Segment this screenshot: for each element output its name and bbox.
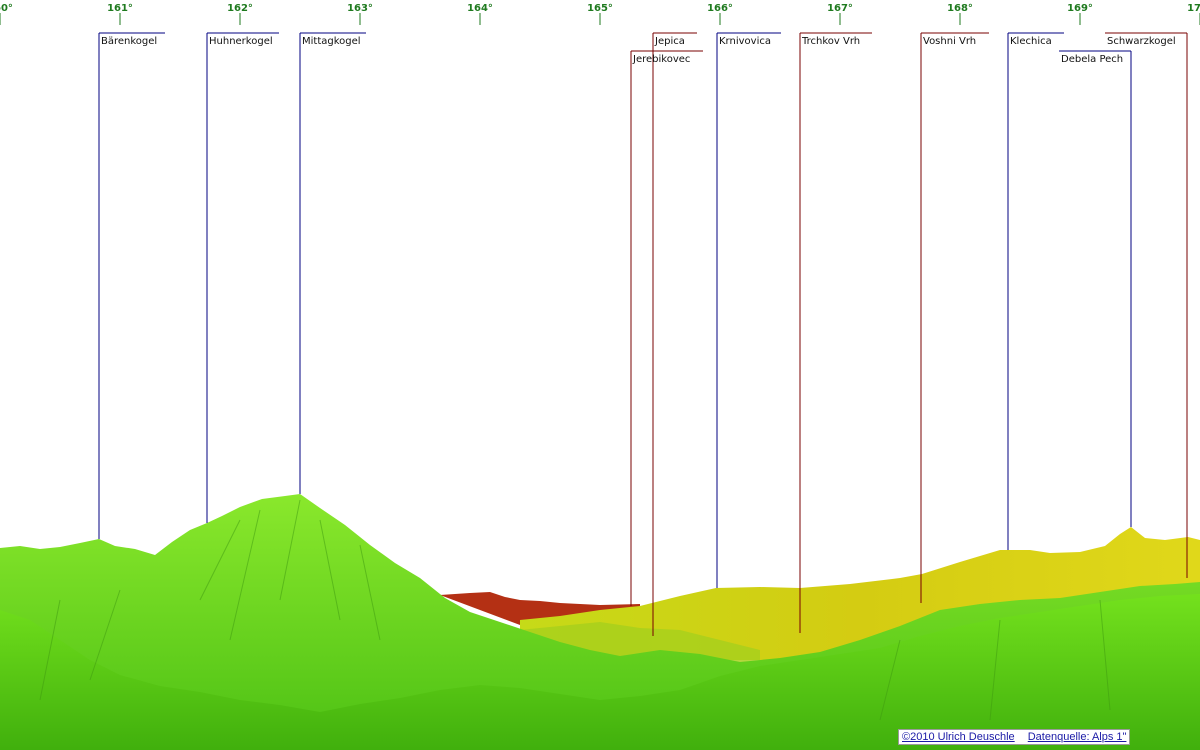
data-source-link[interactable]: Datenquelle: Alps 1" [1028,731,1127,743]
peak-label: Schwarzkogel [1105,32,1188,578]
scale-tick-label: 166° [707,3,733,14]
scale-tick-label: 164° [467,3,493,14]
peak-name: Huhnerkogel [209,36,273,47]
terrain [0,494,1200,750]
peak-label: Huhnerkogel [206,32,279,523]
peak-name: Debela Pech [1061,54,1123,65]
bearing-scale: 160° 161° 162° 163° 164° 165° 166° 167° 168° 169°… [0,3,1200,25]
scale-tick-label: 161° [107,3,133,14]
peak-label: Bärenkogel [98,32,165,539]
credit-box: ©2010 Ulrich Deuschle Datenquelle: Alps … [898,729,1131,745]
peak-label: Voshni Vrh [920,32,989,603]
peak-label: Jerebikovec [630,50,703,606]
peak-name: Bärenkogel [101,36,157,47]
scale-tick-label: 163° [347,3,373,14]
scale-tick-label: 160° [0,3,13,14]
peak-name: Klechica [1010,36,1052,47]
peak-name: Voshni Vrh [923,36,976,47]
panorama-view: 160° 161° 162° 163° 164° 165° 166° 167° 168° 169°… [0,3,1200,750]
scale-tick-label: 170° [1187,3,1200,14]
peak-name: Krnivovica [719,36,771,47]
scale-tick-label: 168° [947,3,973,14]
peak-name: Schwarzkogel [1107,36,1176,47]
scale-tick-label: 165° [587,3,613,14]
peak-name: Mittagkogel [302,36,361,47]
scale-tick-label: 167° [827,3,853,14]
peak-label: Jepica [652,32,697,636]
peak-label: Mittagkogel [299,32,366,494]
scale-tick-label: 162° [227,3,253,14]
peak-label: Debela Pech [1059,50,1132,527]
peak-label: Krnivovica [716,32,781,588]
scale-tick-label: 169° [1067,3,1093,14]
peak-label: Klechica [1007,32,1064,550]
peak-label: Trchkov Vrh [799,32,872,633]
peak-name: Trchkov Vrh [801,36,860,47]
copyright-link[interactable]: ©2010 Ulrich Deuschle [902,731,1015,743]
peak-name: Jepica [654,36,685,47]
peak-name: Jerebikovec [632,54,690,65]
